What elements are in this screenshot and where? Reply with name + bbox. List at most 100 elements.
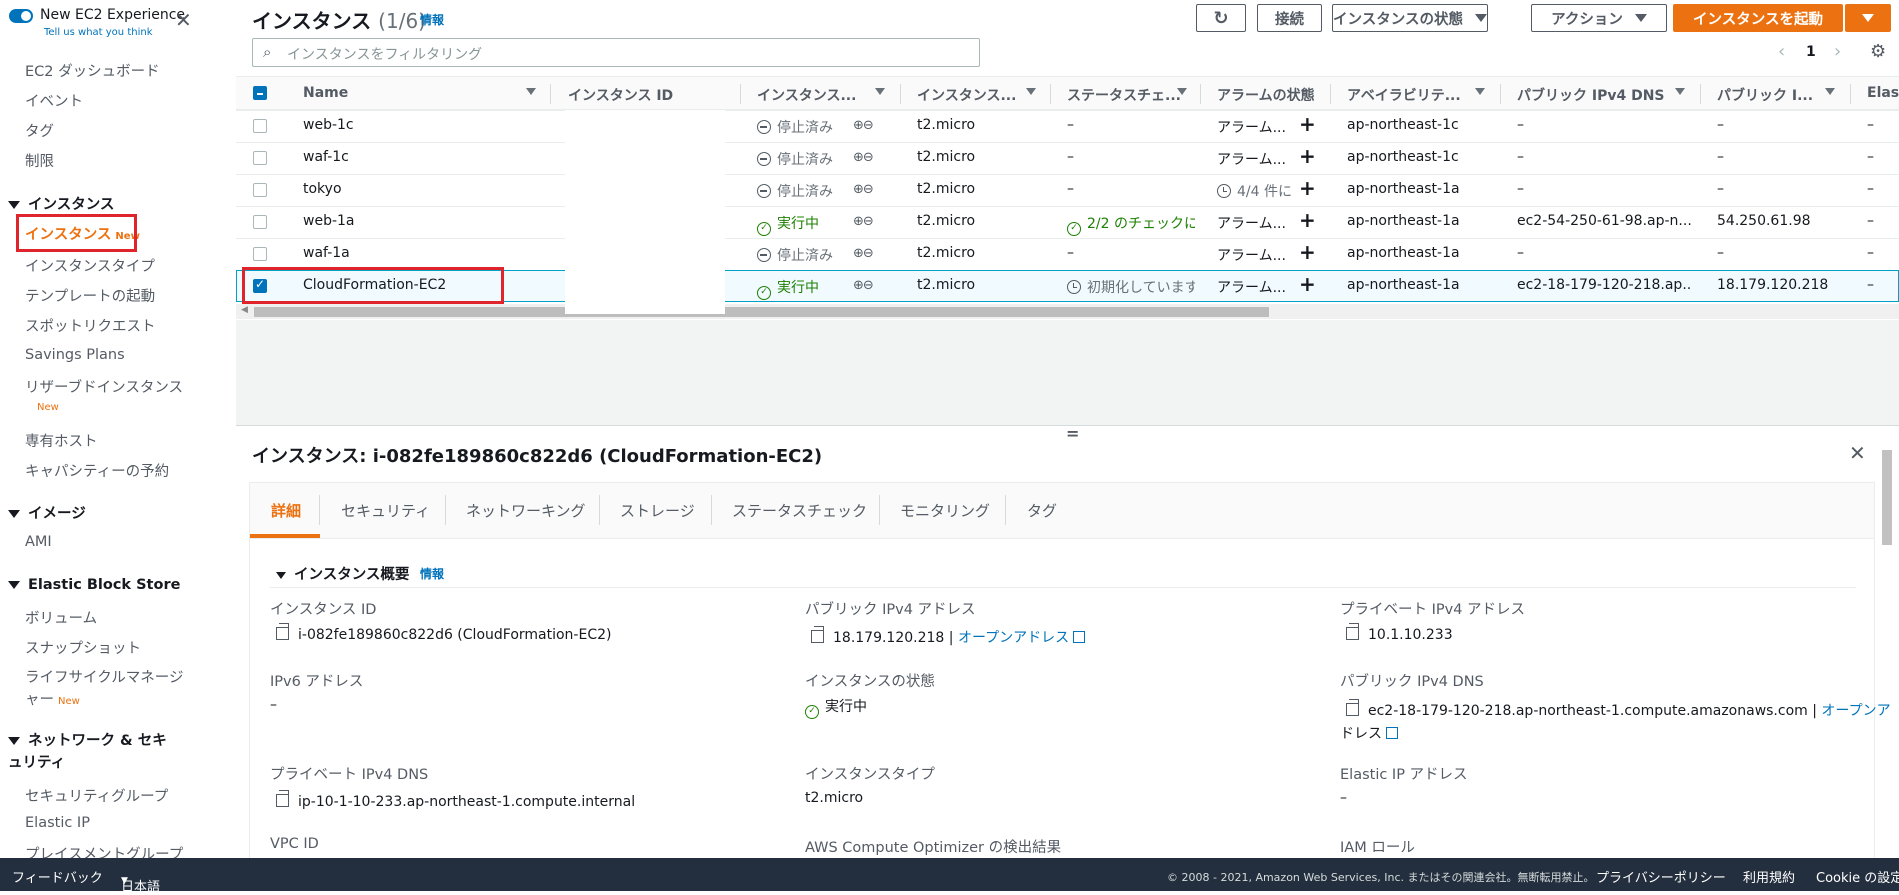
column-divider[interactable]	[1500, 84, 1501, 104]
state-actions[interactable]: ⊕⊖	[853, 277, 873, 293]
zoom-out-icon[interactable]: ⊖	[863, 118, 873, 133]
add-alarm-button[interactable]: +	[1299, 181, 1316, 199]
search-input[interactable]: インスタンスをフィルタリング	[287, 44, 482, 64]
column-divider[interactable]	[550, 84, 551, 104]
sort-icon[interactable]	[875, 88, 885, 95]
row-checkbox[interactable]	[253, 215, 267, 229]
drag-handle-icon[interactable]: =	[1066, 424, 1079, 443]
nav-elastic-ip[interactable]: Elastic IP	[25, 815, 90, 831]
launch-dropdown-button[interactable]	[1845, 4, 1891, 32]
prev-page-icon[interactable]: ‹	[1778, 41, 1785, 62]
copy-icon[interactable]	[1346, 623, 1359, 640]
nav-volumes[interactable]: ボリューム	[25, 607, 97, 628]
feedback-link[interactable]: フィードバック	[12, 867, 103, 886]
nav-instance-types[interactable]: インスタンスタイプ	[25, 255, 155, 276]
horizontal-scrollbar[interactable]: ◀	[236, 304, 1899, 319]
nav-ami[interactable]: AMI	[25, 534, 52, 550]
open-address-link[interactable]: オープンア	[1821, 703, 1890, 719]
col-alarm-status[interactable]: アラームの状態	[1217, 85, 1327, 101]
nav-security-groups[interactable]: セキュリティグループ	[25, 785, 168, 806]
state-actions[interactable]: ⊕⊖	[853, 181, 873, 197]
zoom-out-icon[interactable]: ⊖	[863, 182, 873, 197]
column-divider[interactable]	[1050, 84, 1051, 104]
next-page-icon[interactable]: ›	[1834, 41, 1841, 62]
nav-spot-requests[interactable]: スポットリクエスト	[25, 315, 156, 336]
nav-section-network[interactable]: ネットワーク & セキュリティ	[8, 730, 178, 774]
zoom-out-icon[interactable]: ⊖	[863, 150, 873, 165]
col-public-ip[interactable]: パブリック I...	[1717, 85, 1817, 101]
nav-events[interactable]: イベント	[25, 90, 83, 111]
state-actions[interactable]: ⊕⊖	[853, 245, 873, 261]
nav-section-images[interactable]: イメージ	[8, 502, 86, 523]
nav-section-ebs[interactable]: Elastic Block Store	[8, 577, 180, 593]
column-divider[interactable]	[900, 84, 901, 104]
nav-placement-groups[interactable]: プレイスメントグループ	[25, 843, 183, 858]
column-divider[interactable]	[1330, 84, 1331, 104]
col-availability-zone[interactable]: アベイラビリテ...	[1347, 85, 1463, 101]
zoom-in-icon[interactable]: ⊕	[853, 150, 864, 165]
actions-button[interactable]: アクション	[1531, 4, 1667, 32]
column-divider[interactable]	[740, 84, 741, 104]
feedback-link[interactable]: Tell us what you think	[44, 27, 153, 38]
column-divider[interactable]	[1200, 84, 1201, 104]
sort-icon[interactable]	[1675, 88, 1685, 95]
detail-scrollbar-thumb[interactable]	[1882, 450, 1892, 545]
col-status-check[interactable]: ステータスチェ...	[1067, 85, 1182, 101]
add-alarm-button[interactable]: +	[1299, 149, 1316, 167]
close-icon[interactable]: ✕	[175, 10, 192, 30]
info-link[interactable]: 情報	[420, 11, 444, 28]
close-icon[interactable]: ✕	[1849, 441, 1866, 465]
nav-savings-plans[interactable]: Savings Plans	[25, 347, 125, 363]
instance-name[interactable]: web-1a	[303, 213, 355, 229]
copy-icon[interactable]	[276, 790, 289, 807]
tab-storage[interactable]: ストレージ	[620, 500, 695, 521]
row-checkbox[interactable]	[253, 151, 267, 165]
settings-gear-icon[interactable]: ⚙	[1870, 41, 1886, 62]
state-actions[interactable]: ⊕⊖	[853, 117, 873, 133]
cookie-settings-link[interactable]: Cookie の設定	[1816, 867, 1899, 886]
instance-state-button[interactable]: インスタンスの状態	[1332, 4, 1488, 32]
zoom-in-icon[interactable]: ⊕	[853, 182, 864, 197]
plus-icon[interactable]: +	[1299, 117, 1316, 135]
tab-networking[interactable]: ネットワーキング	[466, 500, 586, 521]
tab-status-checks[interactable]: ステータスチェック	[732, 500, 867, 521]
tab-monitoring[interactable]: モニタリング	[900, 500, 990, 521]
open-address-link[interactable]: オープンアドレス	[958, 630, 1069, 646]
privacy-link[interactable]: プライバシーポリシー	[1596, 867, 1726, 886]
tab-security[interactable]: セキュリティ	[341, 500, 430, 521]
sort-icon[interactable]	[1177, 88, 1187, 95]
state-actions[interactable]: ⊕⊖	[853, 213, 873, 229]
zoom-out-icon[interactable]: ⊖	[863, 246, 873, 261]
zoom-out-icon[interactable]: ⊖	[863, 214, 873, 229]
new-experience-toggle[interactable]	[9, 9, 33, 23]
sort-icon[interactable]	[1475, 88, 1485, 95]
scrollbar-thumb[interactable]	[254, 307, 1269, 317]
column-divider[interactable]	[1700, 84, 1701, 104]
terms-link[interactable]: 利用規約	[1743, 867, 1795, 886]
plus-icon[interactable]: +	[1299, 277, 1316, 295]
copy-icon[interactable]	[1346, 699, 1359, 716]
zoom-out-icon[interactable]: ⊖	[863, 278, 873, 293]
connect-button[interactable]: 接続	[1257, 4, 1322, 32]
refresh-button[interactable]: ↻	[1196, 4, 1246, 32]
plus-icon[interactable]: +	[1299, 181, 1316, 199]
instance-name[interactable]: tokyo	[303, 181, 342, 197]
nav-tags[interactable]: タグ	[25, 120, 54, 141]
add-alarm-button[interactable]: +	[1299, 213, 1316, 231]
add-alarm-button[interactable]: +	[1299, 117, 1316, 135]
instance-name[interactable]: waf-1a	[303, 245, 350, 261]
nav-section-instances[interactable]: インスタンス	[8, 193, 114, 214]
col-elastic-ip[interactable]: Elast	[1867, 85, 1899, 101]
state-actions[interactable]: ⊕⊖	[853, 149, 873, 165]
nav-lifecycle-manager[interactable]: ライフサイクルマネージャー New	[25, 667, 185, 713]
nav-reserved-instances[interactable]: リザーブドインスタンス	[25, 376, 183, 397]
open-address-link-cont[interactable]: ドレス	[1340, 723, 1398, 743]
plus-icon[interactable]: +	[1299, 245, 1316, 263]
tab-tags[interactable]: タグ	[1027, 500, 1057, 521]
sort-icon[interactable]	[1026, 88, 1036, 95]
scroll-left-icon[interactable]: ◀	[241, 305, 248, 315]
copy-icon[interactable]	[811, 626, 824, 643]
add-alarm-button[interactable]: +	[1299, 245, 1316, 263]
nav-dedicated-hosts[interactable]: 専有ホスト	[25, 430, 98, 451]
zoom-in-icon[interactable]: ⊕	[853, 278, 864, 293]
